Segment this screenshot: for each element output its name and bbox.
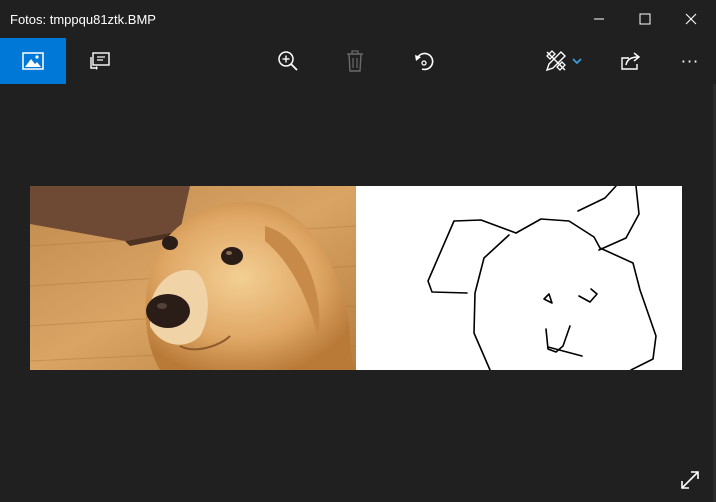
share-icon <box>621 52 641 70</box>
minimize-icon <box>594 18 604 20</box>
share-button[interactable] <box>608 38 654 84</box>
chevron-down-icon <box>572 58 582 65</box>
fullscreen-button[interactable] <box>676 466 704 494</box>
edit-dropdown-button[interactable] <box>562 38 592 84</box>
more-icon: ··· <box>680 51 700 71</box>
delete-icon <box>347 50 363 72</box>
slideshow-button[interactable] <box>77 38 123 84</box>
dog-sketch <box>356 186 682 370</box>
slideshow-icon <box>90 52 110 70</box>
toolbar: ··· <box>0 38 716 84</box>
dog-photo <box>30 186 356 370</box>
close-button[interactable] <box>668 4 714 34</box>
title-bar: Fotos: tmppqu81ztk.BMP <box>0 0 716 38</box>
zoom-in-icon <box>278 51 298 71</box>
image-view-button[interactable] <box>0 38 66 84</box>
maximize-icon <box>639 13 651 25</box>
more-button[interactable]: ··· <box>667 38 713 84</box>
maximize-button[interactable] <box>622 4 668 34</box>
image-view-icon <box>22 52 44 70</box>
photo-viewer[interactable] <box>30 186 682 370</box>
delete-button[interactable] <box>332 38 378 84</box>
rotate-icon <box>415 52 434 71</box>
window-title: Fotos: tmppqu81ztk.BMP <box>10 12 156 27</box>
rotate-button[interactable] <box>401 38 447 84</box>
zoom-button[interactable] <box>265 38 311 84</box>
close-icon <box>685 13 697 25</box>
expand-icon <box>681 471 699 489</box>
minimize-button[interactable] <box>576 4 622 34</box>
